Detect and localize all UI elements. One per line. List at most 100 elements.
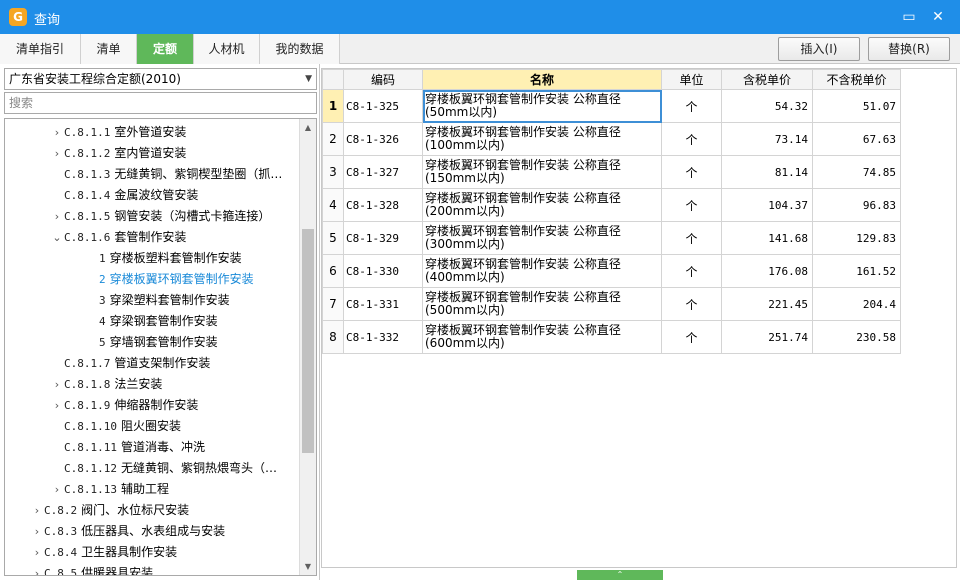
cell-price-notax[interactable]: 129.83 [812, 221, 901, 255]
cell-unit[interactable]: 个 [661, 287, 722, 321]
tree-item[interactable]: C.8.1.12 无缝黄铜、紫铜热煨弯头（… [50, 458, 316, 479]
cell-name[interactable]: 穿楼板翼环钢套管制作安装 公称直径(500mm以内) [422, 287, 662, 321]
close-icon[interactable]: ✕ [929, 8, 947, 26]
tree-item[interactable]: 1 穿楼板塑料套管制作安装 [85, 248, 316, 269]
cell-name[interactable]: 穿楼板翼环钢套管制作安装 公称直径(300mm以内) [422, 221, 662, 255]
header-name[interactable]: 名称 [422, 69, 662, 90]
cell-price-tax[interactable]: 176.08 [721, 254, 813, 288]
maximize-icon[interactable]: ▭ [900, 8, 918, 26]
cell-unit[interactable]: 个 [661, 254, 722, 288]
tree-item[interactable]: › C.8.1.8 法兰安装 [50, 374, 316, 395]
tree-item[interactable]: C.8.1.4 金属波纹管安装 [50, 185, 316, 206]
table-row[interactable]: 8 C8-1-332 穿楼板翼环钢套管制作安装 公称直径(600mm以内) 个 251.… [322, 320, 901, 354]
cell-price-tax[interactable]: 73.14 [721, 122, 813, 156]
chevron-right-icon[interactable]: › [50, 143, 64, 164]
panel-collapse-handle[interactable]: ⌃ [577, 570, 663, 580]
cell-price-tax[interactable]: 221.45 [721, 287, 813, 321]
scroll-up-icon[interactable]: ▲ [300, 119, 316, 136]
tree-scrollbar[interactable]: ▲ ▼ [299, 119, 316, 575]
chevron-right-icon[interactable]: › [30, 500, 44, 521]
tree-item[interactable]: 4 穿梁钢套管制作安装 [85, 311, 316, 332]
cell-name[interactable]: 穿楼板翼环钢套管制作安装 公称直径(200mm以内) [422, 188, 662, 222]
header-unit[interactable]: 单位 [661, 69, 722, 90]
tree-item[interactable]: › C.8.1.5 钢管安装（沟槽式卡箍连接） [50, 206, 316, 227]
chevron-right-icon[interactable]: › [30, 521, 44, 542]
tree-item[interactable]: › C.8.5 供暖器具安装 [30, 563, 316, 575]
cell-price-notax[interactable]: 204.4 [812, 287, 901, 321]
search-input[interactable] [4, 92, 317, 114]
tree-item[interactable]: 5 穿墙钢套管制作安装 [85, 332, 316, 353]
table-row[interactable]: 3 C8-1-327 穿楼板翼环钢套管制作安装 公称直径(150mm以内) 个 81.1… [322, 155, 901, 189]
row-index[interactable]: 7 [322, 287, 344, 321]
row-index[interactable]: 5 [322, 221, 344, 255]
header-code[interactable]: 编码 [343, 69, 423, 90]
table-row[interactable]: 2 C8-1-326 穿楼板翼环钢套管制作安装 公称直径(100mm以内) 个 73.1… [322, 122, 901, 156]
chevron-right-icon[interactable]: › [50, 479, 64, 500]
cell-code[interactable]: C8-1-325 [343, 89, 423, 123]
cell-code[interactable]: C8-1-332 [343, 320, 423, 354]
row-index[interactable]: 6 [322, 254, 344, 288]
chevron-right-icon[interactable]: › [50, 395, 64, 416]
table-row[interactable]: 5 C8-1-329 穿楼板翼环钢套管制作安装 公称直径(300mm以内) 个 141.… [322, 221, 901, 255]
chevron-right-icon[interactable]: › [50, 206, 64, 227]
cell-unit[interactable]: 个 [661, 122, 722, 156]
tree-item[interactable]: C.8.1.10 阻火圈安装 [50, 416, 316, 437]
tab-bill[interactable]: 清单 [81, 34, 137, 64]
tree-item[interactable]: › C.8.1.13 辅助工程 [50, 479, 316, 500]
tab-bill-guide[interactable]: 清单指引 [0, 34, 81, 64]
insert-button[interactable]: 插入(I) [778, 37, 860, 61]
tree-item[interactable]: C.8.1.11 管道消毒、冲洗 [50, 437, 316, 458]
cell-code[interactable]: C8-1-329 [343, 221, 423, 255]
row-index[interactable]: 3 [322, 155, 344, 189]
chevron-right-icon[interactable]: › [50, 374, 64, 395]
table-row[interactable]: 7 C8-1-331 穿楼板翼环钢套管制作安装 公称直径(500mm以内) 个 221.… [322, 287, 901, 321]
cell-unit[interactable]: 个 [661, 188, 722, 222]
chevron-right-icon[interactable]: › [30, 563, 44, 575]
tree-item[interactable]: › C.8.1.1 室外管道安装 [50, 122, 316, 143]
tree-item[interactable]: C.8.1.7 管道支架制作安装 [50, 353, 316, 374]
cell-price-notax[interactable]: 51.07 [812, 89, 901, 123]
cell-unit[interactable]: 个 [661, 221, 722, 255]
cell-code[interactable]: C8-1-326 [343, 122, 423, 156]
cell-code[interactable]: C8-1-327 [343, 155, 423, 189]
row-index[interactable]: 2 [322, 122, 344, 156]
chevron-down-icon[interactable]: ⌄ [50, 227, 64, 248]
cell-price-tax[interactable]: 104.37 [721, 188, 813, 222]
tree-item[interactable]: › C.8.4 卫生器具制作安装 [30, 542, 316, 563]
cell-name[interactable]: 穿楼板翼环钢套管制作安装 公称直径(100mm以内) [422, 122, 662, 156]
header-price-notax[interactable]: 不含税单价 [812, 69, 901, 90]
cell-name[interactable]: 穿楼板翼环钢套管制作安装 公称直径(400mm以内) [422, 254, 662, 288]
cell-name[interactable]: 穿楼板翼环钢套管制作安装 公称直径(600mm以内) [422, 320, 662, 354]
cell-price-tax[interactable]: 251.74 [721, 320, 813, 354]
tree-item[interactable]: › C.8.2 阀门、水位标尺安装 [30, 500, 316, 521]
tree-item[interactable]: 3 穿梁塑料套管制作安装 [85, 290, 316, 311]
tab-labor-material[interactable]: 人材机 [194, 34, 260, 64]
cell-price-tax[interactable]: 81.14 [721, 155, 813, 189]
row-index[interactable]: 8 [322, 320, 344, 354]
tree-item[interactable]: C.8.1.3 无缝黄铜、紫铜楔型垫圈（抓… [50, 164, 316, 185]
cell-code[interactable]: C8-1-328 [343, 188, 423, 222]
cell-unit[interactable]: 个 [661, 155, 722, 189]
tab-my-data[interactable]: 我的数据 [260, 34, 340, 64]
scroll-down-icon[interactable]: ▼ [300, 558, 316, 575]
cell-price-tax[interactable]: 141.68 [721, 221, 813, 255]
table-row[interactable]: 6 C8-1-330 穿楼板翼环钢套管制作安装 公称直径(400mm以内) 个 176.… [322, 254, 901, 288]
tree-item[interactable]: › C.8.1.9 伸缩器制作安装 [50, 395, 316, 416]
cell-unit[interactable]: 个 [661, 320, 722, 354]
table-row[interactable]: 1 C8-1-325 穿楼板翼环钢套管制作安装 公称直径(50mm以内) 个 54.32… [322, 89, 901, 123]
tree-item[interactable]: › C.8.3 低压器具、水表组成与安装 [30, 521, 316, 542]
cell-price-notax[interactable]: 74.85 [812, 155, 901, 189]
cell-price-notax[interactable]: 67.63 [812, 122, 901, 156]
row-index[interactable]: 4 [322, 188, 344, 222]
quota-library-select[interactable]: 广东省安装工程综合定额(2010) ▼ [4, 68, 317, 90]
tree-item[interactable]: 2 穿楼板翼环钢套管制作安装 [85, 269, 316, 290]
replace-button[interactable]: 替换(R) [868, 37, 950, 61]
tree-item[interactable]: › C.8.1.2 室内管道安装 [50, 143, 316, 164]
tab-quota[interactable]: 定额 [137, 34, 194, 64]
cell-price-tax[interactable]: 54.32 [721, 89, 813, 123]
cell-price-notax[interactable]: 96.83 [812, 188, 901, 222]
tree-item[interactable]: ⌄ C.8.1.6 套管制作安装 [50, 227, 316, 248]
row-index[interactable]: 1 [322, 89, 344, 123]
cell-name[interactable]: 穿楼板翼环钢套管制作安装 公称直径(150mm以内) [422, 155, 662, 189]
cell-price-notax[interactable]: 161.52 [812, 254, 901, 288]
